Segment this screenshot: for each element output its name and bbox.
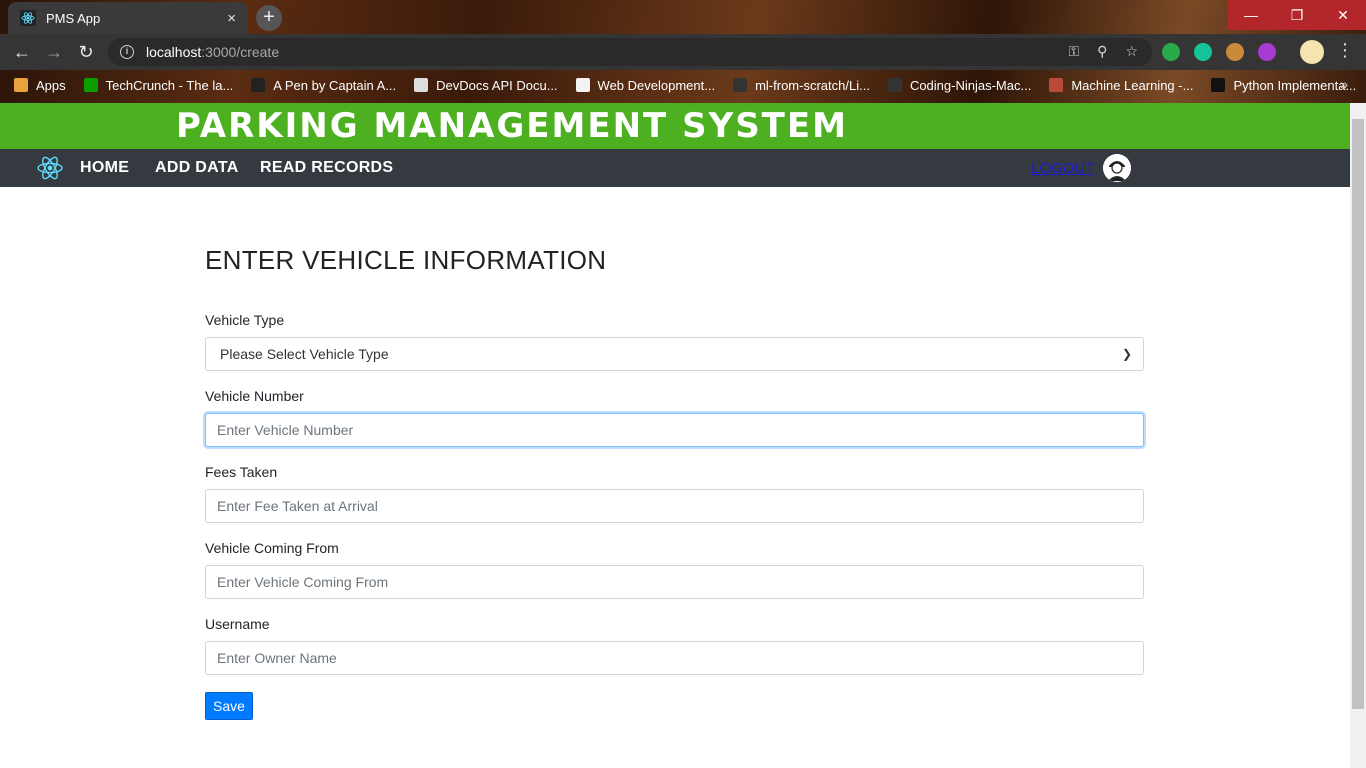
bookmark-label: Apps bbox=[36, 77, 66, 93]
bookmark-item[interactable]: TechCrunch - The la... bbox=[83, 77, 234, 93]
coming-from-input[interactable]: Enter Vehicle Coming From bbox=[205, 565, 1144, 599]
bookmark-label: TechCrunch - The la... bbox=[105, 77, 234, 93]
bookmark-label: Web Development... bbox=[597, 77, 716, 93]
bookmark-item[interactable]: A Pen by Captain A... bbox=[251, 78, 396, 93]
bookmark-item[interactable]: ml-from-scratch/Li... bbox=[733, 78, 870, 93]
bookmark-item[interactable]: Web Development... bbox=[575, 77, 716, 93]
browser-toolbar: ← → ↻ i localhost:3000/create ⚿ ⚲ ☆ ⋮ bbox=[0, 34, 1366, 70]
tab-bar: PMS App × + — ❐ ✕ bbox=[0, 0, 1366, 34]
bookmark-favicon-icon bbox=[1049, 78, 1064, 92]
chevron-down-icon: ❯ bbox=[1121, 347, 1132, 361]
vehicle-number-label: Vehicle Number bbox=[205, 388, 304, 404]
fees-taken-input[interactable]: Enter Fee Taken at Arrival bbox=[205, 489, 1144, 523]
nav-read-records-link[interactable]: READ RECORDS bbox=[260, 159, 393, 177]
bookmark-favicon-icon bbox=[251, 78, 266, 92]
save-button[interactable]: Save bbox=[205, 692, 253, 720]
vehicle-type-group: Vehicle Type Please Select Vehicle Type … bbox=[205, 312, 1144, 371]
scrollbar-thumb[interactable] bbox=[1352, 119, 1364, 709]
purple-extension-icon[interactable] bbox=[1258, 43, 1276, 61]
window-restore-button[interactable]: ❐ bbox=[1274, 0, 1320, 30]
react-favicon-icon bbox=[20, 10, 36, 26]
bookmarks-more-icon[interactable]: » bbox=[1340, 76, 1348, 92]
nav-home-link[interactable]: HOME bbox=[80, 159, 129, 177]
vehicle-number-input[interactable]: Enter Vehicle Number bbox=[205, 413, 1144, 447]
form-title: ENTER VEHICLE INFORMATION bbox=[205, 245, 607, 275]
fees-taken-label: Fees Taken bbox=[205, 464, 278, 480]
nav-add-data-link[interactable]: ADD DATA bbox=[155, 159, 239, 177]
app-navbar: HOME ADD DATA READ RECORDS LOGOUT bbox=[0, 149, 1350, 187]
bookmark-favicon-icon bbox=[14, 78, 28, 92]
bookmark-favicon-icon bbox=[83, 78, 98, 92]
user-avatar-icon[interactable] bbox=[1103, 154, 1131, 182]
bookmarks-bar: Apps TechCrunch - The la... A Pen by Capta… bbox=[0, 70, 1366, 100]
bookmark-label: DevDocs API Docu... bbox=[436, 77, 558, 93]
bookmark-favicon-icon bbox=[1211, 78, 1226, 92]
key-icon[interactable]: ⚿ bbox=[1069, 43, 1080, 60]
browser-chrome: PMS App × + — ❐ ✕ ← → ↻ i localhost:3000… bbox=[0, 0, 1366, 103]
bookmark-item[interactable]: Python Implementa... bbox=[1211, 78, 1356, 93]
bookmark-label: Python Implementa... bbox=[1233, 77, 1357, 93]
menu-kebab-icon[interactable]: ⋮ bbox=[1336, 40, 1354, 61]
vehicle-type-selected-value: Please Select Vehicle Type bbox=[220, 346, 389, 362]
fees-taken-group: Fees Taken Enter Fee Taken at Arrival bbox=[205, 464, 1144, 523]
vehicle-number-group: Vehicle Number Enter Vehicle Number bbox=[205, 388, 1144, 447]
username-label: Username bbox=[205, 616, 270, 632]
profile-avatar[interactable] bbox=[1300, 40, 1324, 64]
app-header: PARKING MANAGEMENT SYSTEM bbox=[0, 103, 1350, 149]
address-bar[interactable]: i localhost:3000/create ⚿ ⚲ ☆ bbox=[108, 38, 1152, 66]
star-icon[interactable]: ☆ bbox=[1125, 43, 1138, 60]
evernote-extension-icon[interactable] bbox=[1162, 43, 1180, 61]
zoom-icon[interactable]: ⚲ bbox=[1097, 43, 1107, 60]
url-path: :3000/create bbox=[201, 44, 280, 60]
window-close-button[interactable]: ✕ bbox=[1320, 0, 1366, 30]
coming-from-label: Vehicle Coming From bbox=[205, 540, 339, 556]
page-scrollbar[interactable] bbox=[1350, 103, 1366, 768]
logout-link[interactable]: LOGOUT bbox=[1031, 160, 1094, 177]
bookmark-label: A Pen by Captain A... bbox=[273, 77, 397, 93]
tab-close-icon[interactable]: × bbox=[227, 10, 236, 27]
reload-icon[interactable]: ↻ bbox=[74, 40, 98, 64]
bookmark-item[interactable]: DevDocs API Docu... bbox=[414, 77, 558, 93]
vehicle-type-label: Vehicle Type bbox=[205, 312, 285, 328]
bookmark-label: Coding-Ninjas-Mac... bbox=[909, 77, 1032, 93]
vehicle-form: ENTER VEHICLE INFORMATION Vehicle Type P… bbox=[205, 245, 1144, 720]
app-title: PARKING MANAGEMENT SYSTEM bbox=[176, 106, 848, 146]
browser-tab[interactable]: PMS App × bbox=[8, 2, 248, 34]
vehicle-type-select[interactable]: Please Select Vehicle Type ❯ bbox=[205, 337, 1144, 371]
new-tab-button[interactable]: + bbox=[256, 5, 282, 31]
bookmark-label: ml-from-scratch/Li... bbox=[755, 77, 870, 93]
url-host: localhost bbox=[146, 44, 202, 60]
back-arrow-icon[interactable]: ← bbox=[10, 40, 34, 64]
bookmark-favicon-icon bbox=[414, 78, 429, 92]
username-group: Username Enter Owner Name bbox=[205, 616, 1144, 675]
window-minimize-button[interactable]: — bbox=[1228, 0, 1274, 30]
bookmark-item[interactable]: Machine Learning -... bbox=[1049, 78, 1193, 93]
bookmark-item[interactable]: Apps bbox=[14, 78, 66, 93]
site-info-icon[interactable]: i bbox=[120, 45, 134, 59]
coming-from-group: Vehicle Coming From Enter Vehicle Coming… bbox=[205, 540, 1144, 599]
forward-arrow-icon[interactable]: → bbox=[42, 40, 66, 64]
bookmark-item[interactable]: Coding-Ninjas-Mac... bbox=[887, 77, 1032, 93]
bookmark-favicon-icon bbox=[733, 78, 748, 92]
cookie-extension-icon[interactable] bbox=[1226, 43, 1244, 61]
bookmark-favicon-icon bbox=[887, 78, 902, 92]
tab-title: PMS App bbox=[46, 10, 101, 26]
bookmark-favicon-icon bbox=[575, 78, 590, 92]
react-logo-icon[interactable] bbox=[36, 154, 64, 182]
username-input[interactable]: Enter Owner Name bbox=[205, 641, 1144, 675]
page-content: PARKING MANAGEMENT SYSTEM HOME ADD DATA … bbox=[0, 103, 1350, 768]
grammarly-extension-icon[interactable] bbox=[1194, 43, 1212, 61]
bookmark-label: Machine Learning -... bbox=[1071, 77, 1194, 93]
